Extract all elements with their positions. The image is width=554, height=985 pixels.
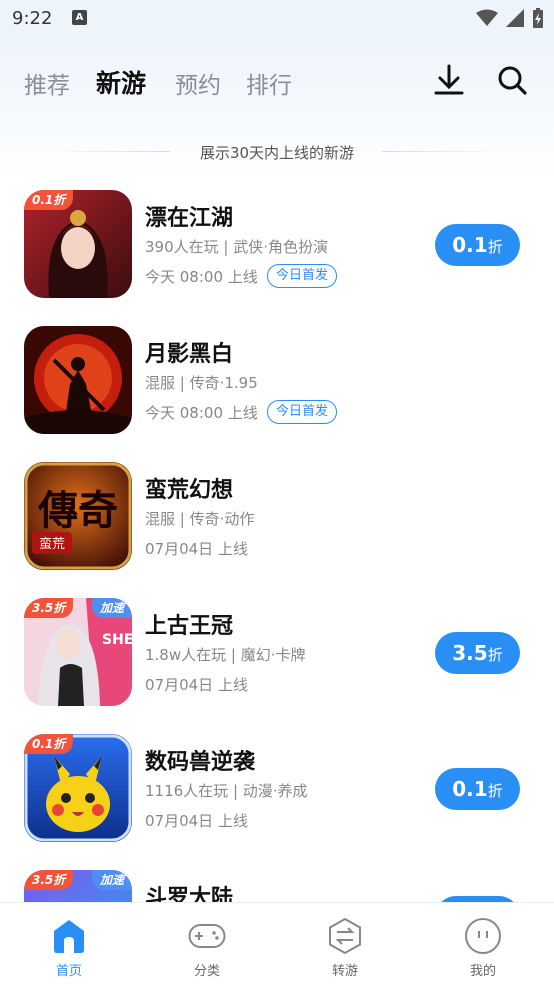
first-release-tag: 今日首发	[267, 400, 338, 424]
discount-unit: 折	[487, 238, 503, 256]
game-meta: 混服 | 传奇·动作	[145, 510, 255, 528]
notice-text: 展示30天内上线的新游	[199, 144, 355, 162]
status-bar: 9:22 A	[0, 0, 554, 36]
first-release-tag: 今日首发	[267, 264, 338, 288]
discount-badge: 3.5折	[24, 598, 74, 618]
accelerate-badge: 加速	[91, 870, 132, 890]
game-title: 上古王冠	[145, 614, 234, 639]
new-games-list: 0.1折 漂在江湖 390人在玩 | 武侠·角色扮演 今天 08:00 上线 今…	[0, 176, 554, 902]
signal-icon	[506, 9, 524, 27]
profile-face-icon	[465, 918, 501, 954]
discount-button[interactable]: 3.5折	[435, 632, 520, 674]
game-item[interactable]: 0.1折 漂在江湖 390人在玩 | 武侠·角色扮演 今天 08:00 上线 今…	[0, 176, 554, 312]
game-icon[interactable]: 3.5折 加速	[24, 870, 132, 902]
game-item[interactable]: 0.1折 数码兽逆袭 1116人在玩 | 动漫·养成 07月04日 上线 0.1…	[0, 720, 554, 856]
launch-date: 07月04日 上线	[145, 540, 248, 558]
game-icon[interactable]	[24, 326, 132, 434]
launch-date: 今天 08:00 上线	[145, 268, 258, 286]
top-tab-bar: 推荐 新游 预约 排行	[0, 36, 554, 126]
discount-badge: 0.1折	[24, 190, 74, 210]
nav-profile[interactable]: 我的	[414, 903, 552, 985]
game-title: 蛮荒幻想	[145, 478, 234, 503]
download-icon[interactable]	[431, 62, 467, 98]
discount-value: 3.5	[452, 641, 488, 665]
game-icon[interactable]: 0.1折	[24, 734, 132, 842]
search-icon[interactable]	[494, 62, 530, 98]
game-title: 数码兽逆袭	[145, 750, 256, 775]
discount-button[interactable]: 0.1折	[435, 224, 520, 266]
game-title: 漂在江湖	[145, 206, 234, 231]
discount-unit: 折	[487, 646, 503, 664]
wifi-icon	[476, 9, 498, 26]
tab-reservation[interactable]: 预约	[175, 66, 221, 100]
discount-value: 0.1	[452, 233, 488, 257]
game-meta: 1116人在玩 | 动漫·养成	[145, 782, 308, 800]
nav-label: 转游	[331, 964, 358, 979]
discount-badge: 0.1折	[24, 734, 74, 754]
game-meta: 390人在玩 | 武侠·角色扮演	[145, 238, 328, 256]
app-notification-icon: A	[72, 10, 87, 25]
nav-label: 首页	[55, 964, 82, 979]
nav-transfer[interactable]: 转游	[276, 903, 414, 985]
game-meta: 混服 | 传奇·1.95	[145, 374, 258, 392]
tab-recommend[interactable]: 推荐	[24, 66, 70, 100]
game-logo-text: 蛮荒	[39, 536, 65, 552]
game-title: 月影黑白	[145, 342, 234, 367]
launch-date: 今天 08:00 上线	[145, 404, 258, 422]
game-meta: 1.8w人在玩 | 魔幻·卡牌	[145, 646, 306, 664]
game-title: 斗罗大陆	[145, 886, 234, 902]
game-item[interactable]: SHE 3.5折 加速 上古王冠 1.8w人在玩 | 魔幻·卡牌 07月04日 …	[0, 584, 554, 720]
launch-date: 07月04日 上线	[145, 812, 248, 830]
discount-unit: 折	[487, 782, 503, 800]
game-artwork-icon: 傳奇 蛮荒	[24, 462, 132, 570]
calligraphy-title: 傳奇	[37, 487, 118, 534]
game-item[interactable]: 月影黑白 混服 | 传奇·1.95 今天 08:00 上线 今日首发	[0, 312, 554, 448]
home-icon	[54, 920, 84, 953]
game-icon[interactable]: SHE 3.5折 加速	[24, 598, 132, 706]
art-logo-text: SHE	[102, 632, 132, 648]
tab-new-games[interactable]: 新游	[96, 64, 146, 100]
discount-badge: 3.5折	[24, 870, 74, 890]
nav-label: 分类	[193, 964, 220, 979]
game-icon[interactable]: 0.1折	[24, 190, 132, 298]
tab-ranking[interactable]: 排行	[246, 66, 292, 100]
game-item[interactable]: 傳奇 蛮荒 蛮荒幻想 混服 | 传奇·动作 07月04日 上线	[0, 448, 554, 584]
nav-label: 我的	[469, 964, 496, 979]
transfer-hexagon-icon	[329, 917, 361, 955]
status-icons	[476, 8, 544, 28]
nav-home[interactable]: 首页	[0, 903, 138, 985]
notice-banner: 展示30天内上线的新游	[0, 126, 554, 176]
game-item[interactable]: 3.5折 加速 斗罗大陆	[0, 856, 554, 902]
accelerate-badge: 加速	[91, 598, 132, 618]
status-time: 9:22	[12, 8, 53, 29]
gamepad-icon	[188, 924, 226, 948]
game-icon[interactable]: 傳奇 蛮荒	[24, 462, 132, 570]
divider-right	[382, 151, 512, 152]
nav-category[interactable]: 分类	[138, 903, 276, 985]
bottom-nav: 首页 分类 转游 我的	[0, 902, 554, 985]
battery-icon	[533, 8, 543, 28]
discount-button[interactable]: 0.1折	[435, 768, 520, 810]
launch-date: 07月04日 上线	[145, 676, 248, 694]
discount-value: 0.1	[452, 777, 488, 801]
game-artwork-icon	[24, 326, 132, 434]
